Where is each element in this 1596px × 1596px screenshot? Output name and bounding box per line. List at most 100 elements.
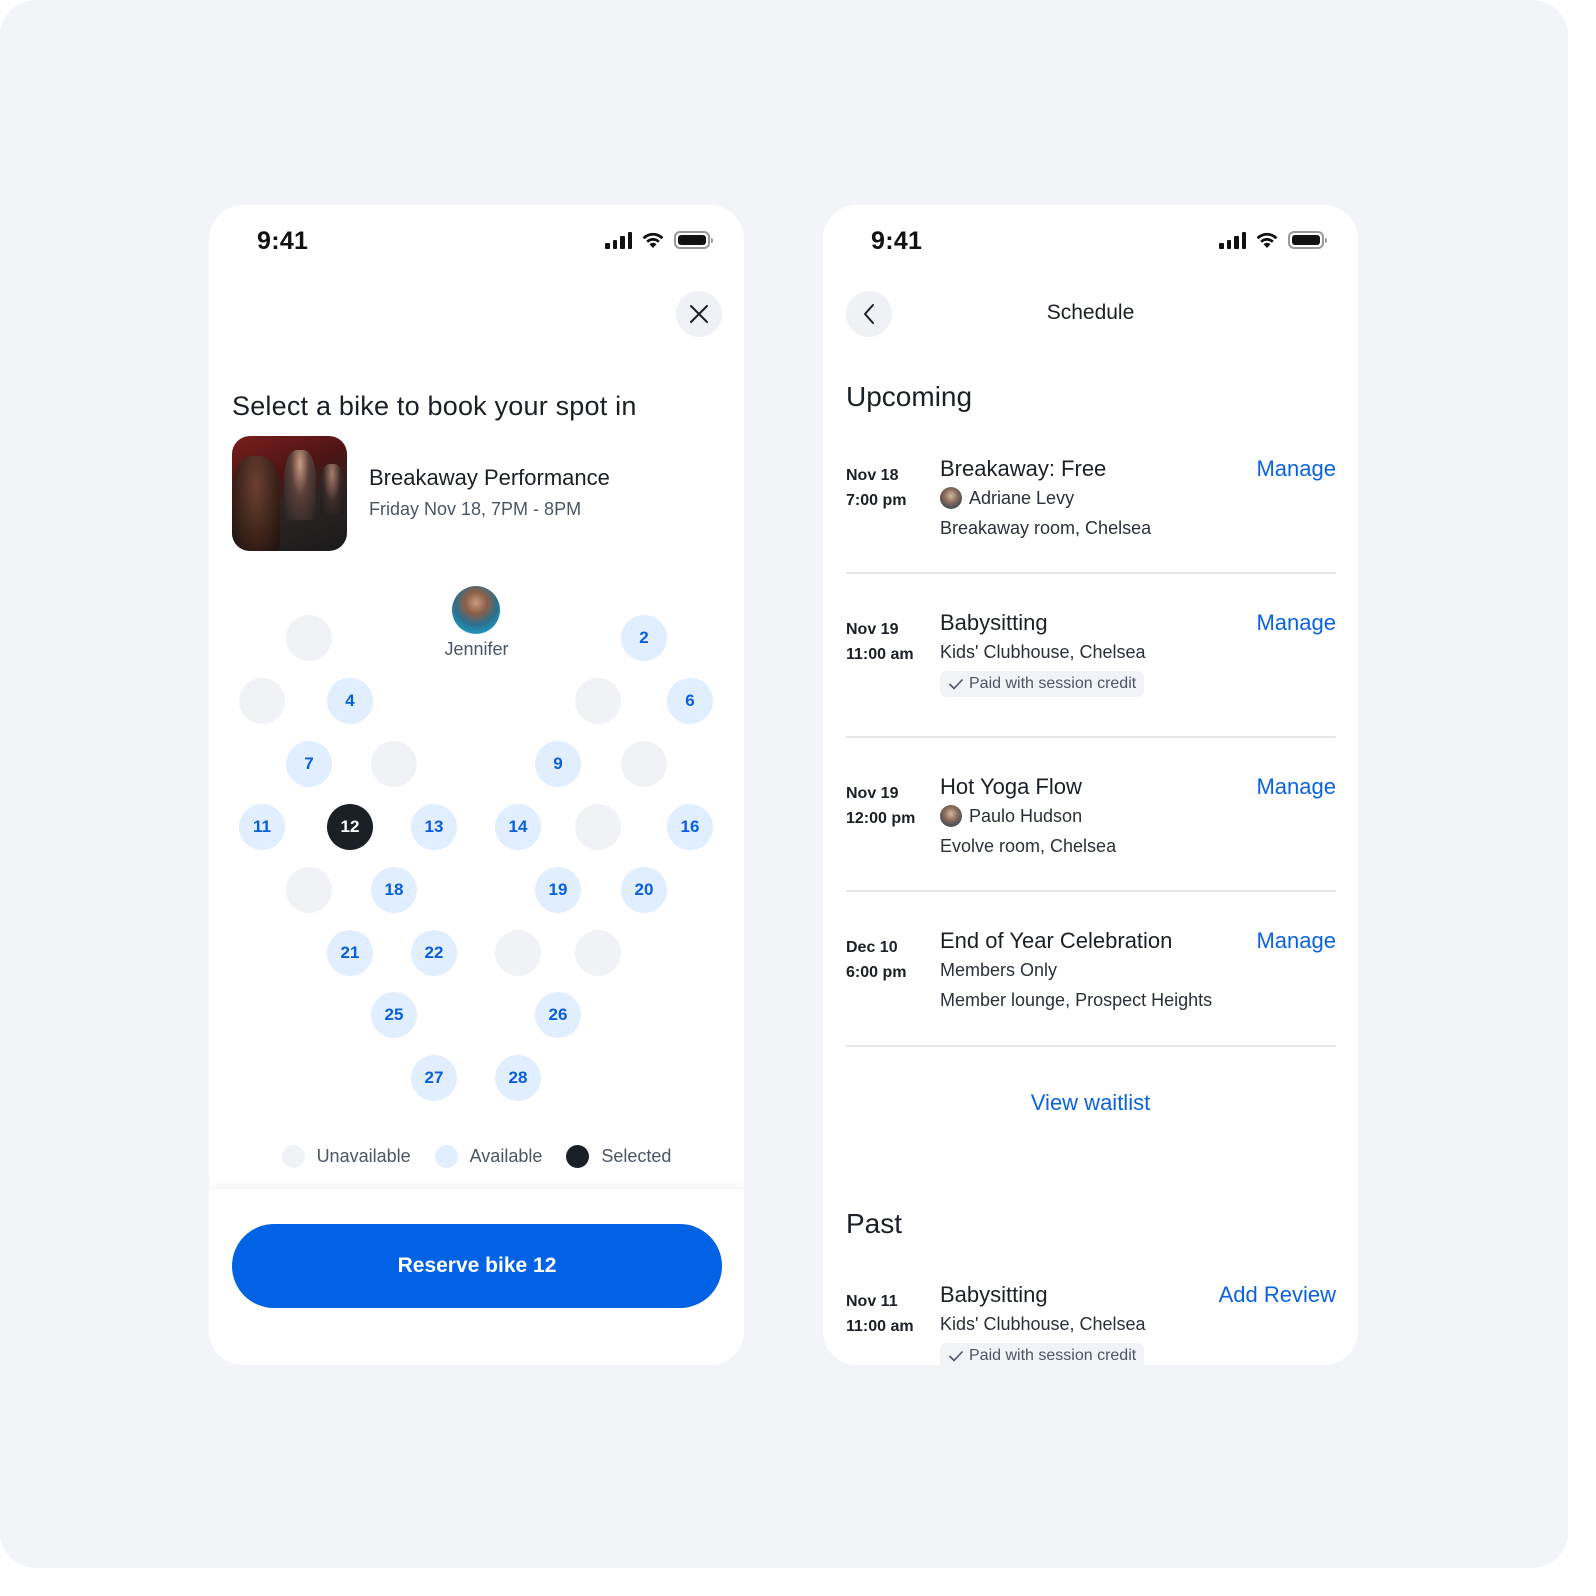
seat-unavailable: [575, 804, 621, 850]
status-bar: 9:41: [209, 205, 744, 277]
event-details: End of Year Celebration Members Only Mem…: [940, 927, 1212, 1015]
seat-unavailable: [621, 741, 667, 787]
event-location: Member lounge, Prospect Heights: [940, 990, 1213, 1010]
reserve-bike-button[interactable]: Reserve bike 12: [232, 1224, 722, 1308]
event-location: Breakaway room, Chelsea: [940, 518, 1152, 538]
seat-13[interactable]: 13: [411, 804, 457, 850]
seat-26[interactable]: 26: [535, 992, 581, 1038]
seat-19[interactable]: 19: [535, 867, 581, 913]
divider: [846, 736, 1336, 738]
seat-unavailable: [286, 615, 332, 661]
event-time: 11:00 am: [846, 1318, 914, 1335]
seat-unavailable: [371, 741, 417, 787]
view-waitlist-link[interactable]: View waitlist: [823, 1090, 1358, 1116]
seat-22[interactable]: 22: [411, 930, 457, 976]
legend-label: Selected: [601, 1146, 672, 1166]
badge-label: Paid with session credit: [969, 675, 1137, 692]
legend-available: Available: [434, 1145, 543, 1168]
seat-14[interactable]: 14: [495, 804, 541, 850]
manage-link[interactable]: Manage: [1256, 927, 1336, 955]
divider: [846, 572, 1336, 574]
class-time: Friday Nov 18, 7PM - 8PM: [369, 499, 582, 519]
instructor-name: Adriane Levy: [969, 488, 1075, 508]
nav-title: Schedule: [1046, 301, 1135, 324]
schedule-screen: 9:41 Schedule Upcoming Nov 18 7:00 pm Br…: [823, 205, 1358, 1365]
seat-11[interactable]: 11: [239, 804, 285, 850]
seat-16[interactable]: 16: [667, 804, 713, 850]
close-button[interactable]: [676, 291, 722, 337]
event-time: 6:00 pm: [846, 964, 907, 981]
seat-unavailable: [286, 867, 332, 913]
event-datetime: Nov 11 11:00 am: [846, 1289, 914, 1339]
seat-2[interactable]: 2: [621, 615, 667, 661]
seat-27[interactable]: 27: [411, 1055, 457, 1101]
divider: [846, 890, 1336, 892]
event-details: Hot Yoga Flow Paulo Hudson Evolve room, …: [940, 773, 1116, 861]
instructor-avatar: [940, 805, 962, 827]
status-time: 9:41: [871, 227, 923, 255]
manage-link[interactable]: Manage: [1256, 455, 1336, 483]
divider: [846, 1045, 1336, 1047]
add-review-link[interactable]: Add Review: [1219, 1281, 1336, 1309]
battery-icon: [1288, 231, 1327, 249]
event-title: Babysitting: [940, 610, 1048, 635]
event-time: 7:00 pm: [846, 492, 907, 509]
seat-unavailable: [575, 678, 621, 724]
seat-6[interactable]: 6: [667, 678, 713, 724]
legend-label: Unavailable: [316, 1146, 411, 1166]
bottom-action-bar: Reserve bike 12: [209, 1188, 744, 1365]
seat-9[interactable]: 9: [535, 741, 581, 787]
event-date: Nov 11: [846, 1293, 898, 1310]
seat-7[interactable]: 7: [286, 741, 332, 787]
event-time: 11:00 am: [846, 646, 914, 663]
payment-badge: Paid with session credit: [940, 1343, 1145, 1365]
event-details: Babysitting Kids' Clubhouse, Chelsea Pai…: [940, 609, 1146, 697]
wifi-icon: [642, 232, 664, 248]
selected-swatch: [566, 1145, 590, 1168]
payment-badge: Paid with session credit: [940, 671, 1145, 697]
close-icon: [690, 305, 708, 323]
seat-unavailable: [495, 930, 541, 976]
event-location: Kids' Clubhouse, Chelsea: [940, 1314, 1146, 1334]
event-datetime: Nov 18 7:00 pm: [846, 463, 906, 513]
seat-28[interactable]: 28: [495, 1055, 541, 1101]
cellular-signal-icon: [605, 231, 632, 249]
event-date: Nov 19: [846, 785, 899, 802]
class-title: Breakaway Performance: [369, 465, 610, 490]
event-datetime: Dec 10 6:00 pm: [846, 935, 906, 985]
checkmark-icon: [948, 678, 964, 690]
event-location: Kids' Clubhouse, Chelsea: [940, 642, 1146, 662]
battery-icon: [674, 231, 713, 249]
manage-link[interactable]: Manage: [1256, 773, 1336, 801]
instructor-name: Paulo Hudson: [969, 806, 1083, 826]
instructor-avatar: [940, 487, 962, 509]
seat-4[interactable]: 4: [327, 678, 373, 724]
badge-label: Paid with session credit: [969, 1347, 1137, 1364]
event-details: Breakaway: Free Adriane Levy Breakaway r…: [940, 455, 1151, 543]
seat-12[interactable]: 12: [327, 804, 373, 850]
event-location: Evolve room, Chelsea: [940, 836, 1117, 856]
seat-18[interactable]: 18: [371, 867, 417, 913]
event-datetime: Nov 19 12:00 pm: [846, 781, 915, 831]
event-datetime: Nov 19 11:00 am: [846, 617, 914, 667]
seat-unavailable: [575, 930, 621, 976]
event-title: End of Year Celebration: [940, 928, 1173, 953]
event-details: Babysitting Kids' Clubhouse, Chelsea Pai…: [940, 1281, 1146, 1365]
status-icons: [1219, 231, 1327, 249]
seat-legend: Unavailable Available Selected: [209, 1145, 744, 1168]
instructor-avatar: [452, 586, 500, 634]
seat-25[interactable]: 25: [371, 992, 417, 1038]
seat-21[interactable]: 21: [327, 930, 373, 976]
seat-unavailable: [239, 678, 285, 724]
event-title: Babysitting: [940, 1282, 1048, 1307]
legend-unavailable: Unavailable: [281, 1145, 411, 1168]
event-date: Dec 10: [846, 939, 898, 956]
event-date: Nov 18: [846, 467, 899, 484]
manage-link[interactable]: Manage: [1256, 609, 1336, 637]
upcoming-section-title: Upcoming: [846, 381, 973, 412]
seat-20[interactable]: 20: [621, 867, 667, 913]
wifi-icon: [1256, 232, 1278, 248]
status-bar: 9:41: [823, 205, 1358, 277]
legend-selected: Selected: [566, 1145, 671, 1168]
legend-label: Available: [469, 1146, 543, 1166]
